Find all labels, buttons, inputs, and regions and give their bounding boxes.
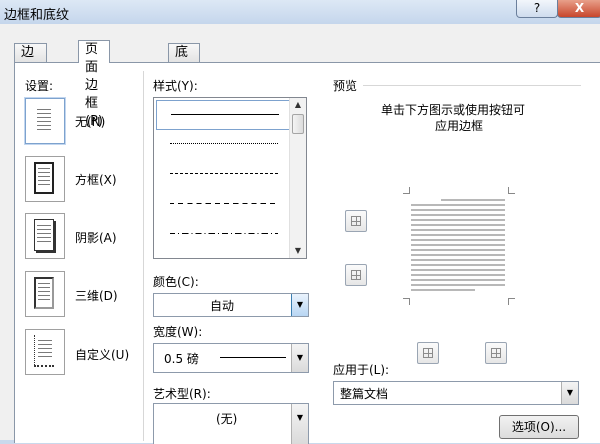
page-icon (34, 162, 54, 194)
preview-page[interactable] (403, 187, 515, 305)
left-border-button[interactable] (417, 342, 439, 364)
color-value: 自动 (210, 299, 235, 313)
art-label: 艺术型(R): (153, 387, 211, 401)
settings-label: 设置: (25, 79, 54, 93)
scroll-up-icon[interactable]: ▲ (290, 98, 306, 112)
style-label: 样式(Y): (153, 79, 198, 93)
setting-box-icon[interactable] (25, 156, 65, 202)
top-border-button[interactable] (345, 210, 367, 232)
page-icon (34, 219, 54, 251)
setting-3d-icon[interactable] (25, 271, 65, 317)
tab-borders[interactable]: 边框(B) (14, 43, 48, 96)
style-solid[interactable] (156, 100, 290, 130)
style-dash[interactable] (156, 190, 288, 218)
crop-mark (508, 187, 515, 194)
width-value: 0.5 磅 (164, 352, 199, 366)
chevron-down-icon[interactable]: ▼ (291, 404, 308, 444)
style-small-dash[interactable] (156, 160, 288, 188)
chevron-down-icon[interactable]: ▼ (291, 294, 308, 316)
style-scrollbar[interactable]: ▲ ▼ (289, 98, 306, 258)
setting-none-icon[interactable] (25, 98, 65, 144)
title-bar: 边框和底纹 ? X (0, 0, 600, 24)
apply-dropdown[interactable]: 整篇文档 ▼ (333, 381, 579, 405)
style-dotted[interactable] (156, 130, 288, 158)
apply-label: 应用于(L): (333, 363, 390, 377)
scroll-down-icon[interactable]: ▼ (290, 244, 306, 258)
help-button[interactable]: ? (516, 0, 558, 18)
page-icon (34, 104, 54, 136)
options-button[interactable]: 选项(O)... (499, 415, 579, 439)
setting-shadow-label[interactable]: 阴影(A) (75, 229, 117, 246)
setting-box-label[interactable]: 方框(X) (75, 171, 117, 188)
setting-custom-label[interactable]: 自定义(U) (75, 346, 129, 363)
tab-page-border[interactable]: 页面边框(P) (78, 40, 110, 129)
crop-mark (403, 187, 410, 194)
chevron-down-icon[interactable]: ▼ (561, 382, 578, 404)
color-label: 颜色(C): (153, 275, 199, 289)
style-dash-dot[interactable] (156, 220, 288, 248)
preview-hint-1: 单击下方图示或使用按钮可 (381, 103, 526, 117)
window-title: 边框和底纹 (4, 8, 70, 23)
scroll-thumb[interactable] (292, 114, 304, 134)
setting-3d-label[interactable]: 三维(D) (75, 287, 118, 304)
page-icon (34, 277, 54, 309)
width-sample-line (220, 357, 286, 358)
page-icon (34, 335, 54, 367)
width-dropdown[interactable]: 0.5 磅 ▼ (153, 343, 309, 373)
border-top-icon (351, 216, 361, 226)
dialog-body: 边框(B) 页面边框(P) 底纹(S) 设置: 无(N) 方框(X) (0, 24, 600, 444)
crop-mark (403, 298, 410, 305)
setting-shadow-icon[interactable] (25, 213, 65, 259)
bottom-border-button[interactable] (345, 264, 367, 286)
color-dropdown[interactable]: 自动 ▼ (153, 293, 309, 317)
crop-mark (508, 298, 515, 305)
close-button[interactable]: X (557, 0, 600, 18)
right-border-button[interactable] (485, 342, 507, 364)
border-bottom-icon (351, 270, 361, 280)
border-right-icon (491, 348, 501, 358)
preview-hint-2: 应用边框 (435, 119, 484, 133)
style-list[interactable]: ▲ ▼ (153, 97, 307, 259)
art-dropdown[interactable]: (无) ▼ (153, 403, 309, 444)
column-divider (143, 71, 144, 441)
tab-shading[interactable]: 底纹(S) (168, 43, 201, 96)
width-label: 宽度(W): (153, 325, 203, 339)
setting-custom-icon[interactable] (25, 329, 65, 375)
preview-label: 预览 (333, 79, 358, 93)
border-left-icon (423, 348, 433, 358)
chevron-down-icon[interactable]: ▼ (291, 344, 308, 372)
art-value: (无) (216, 412, 238, 426)
apply-value: 整篇文档 (340, 387, 389, 401)
preview-divider (363, 85, 581, 86)
